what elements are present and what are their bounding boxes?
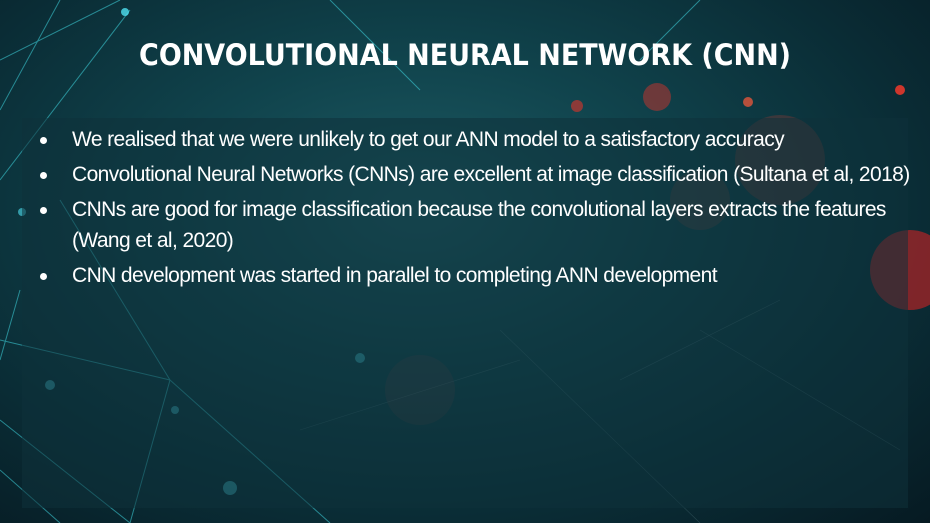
bullet-list: We realised that we were unlikely to get… (30, 124, 910, 295)
bullet-text: CNNs are good for image classification b… (72, 198, 886, 252)
bullet-text: Convolutional Neural Networks (CNNs) are… (72, 163, 910, 186)
bullet-icon (40, 207, 47, 214)
bullet-icon (40, 273, 47, 280)
bullet-icon (40, 137, 47, 144)
bullet-item: CNNs are good for image classification b… (30, 194, 910, 256)
bullet-text: We realised that we were unlikely to get… (72, 128, 785, 151)
bullet-item: We realised that we were unlikely to get… (30, 124, 910, 155)
bullet-item: CNN development was started in parallel … (30, 260, 910, 291)
bullet-item: Convolutional Neural Networks (CNNs) are… (30, 159, 910, 190)
bullet-icon (40, 172, 47, 179)
bullet-text: CNN development was started in parallel … (72, 264, 718, 287)
slide-title: CONVOLUTIONAL NEURAL NETWORK (CNN) (139, 38, 791, 72)
